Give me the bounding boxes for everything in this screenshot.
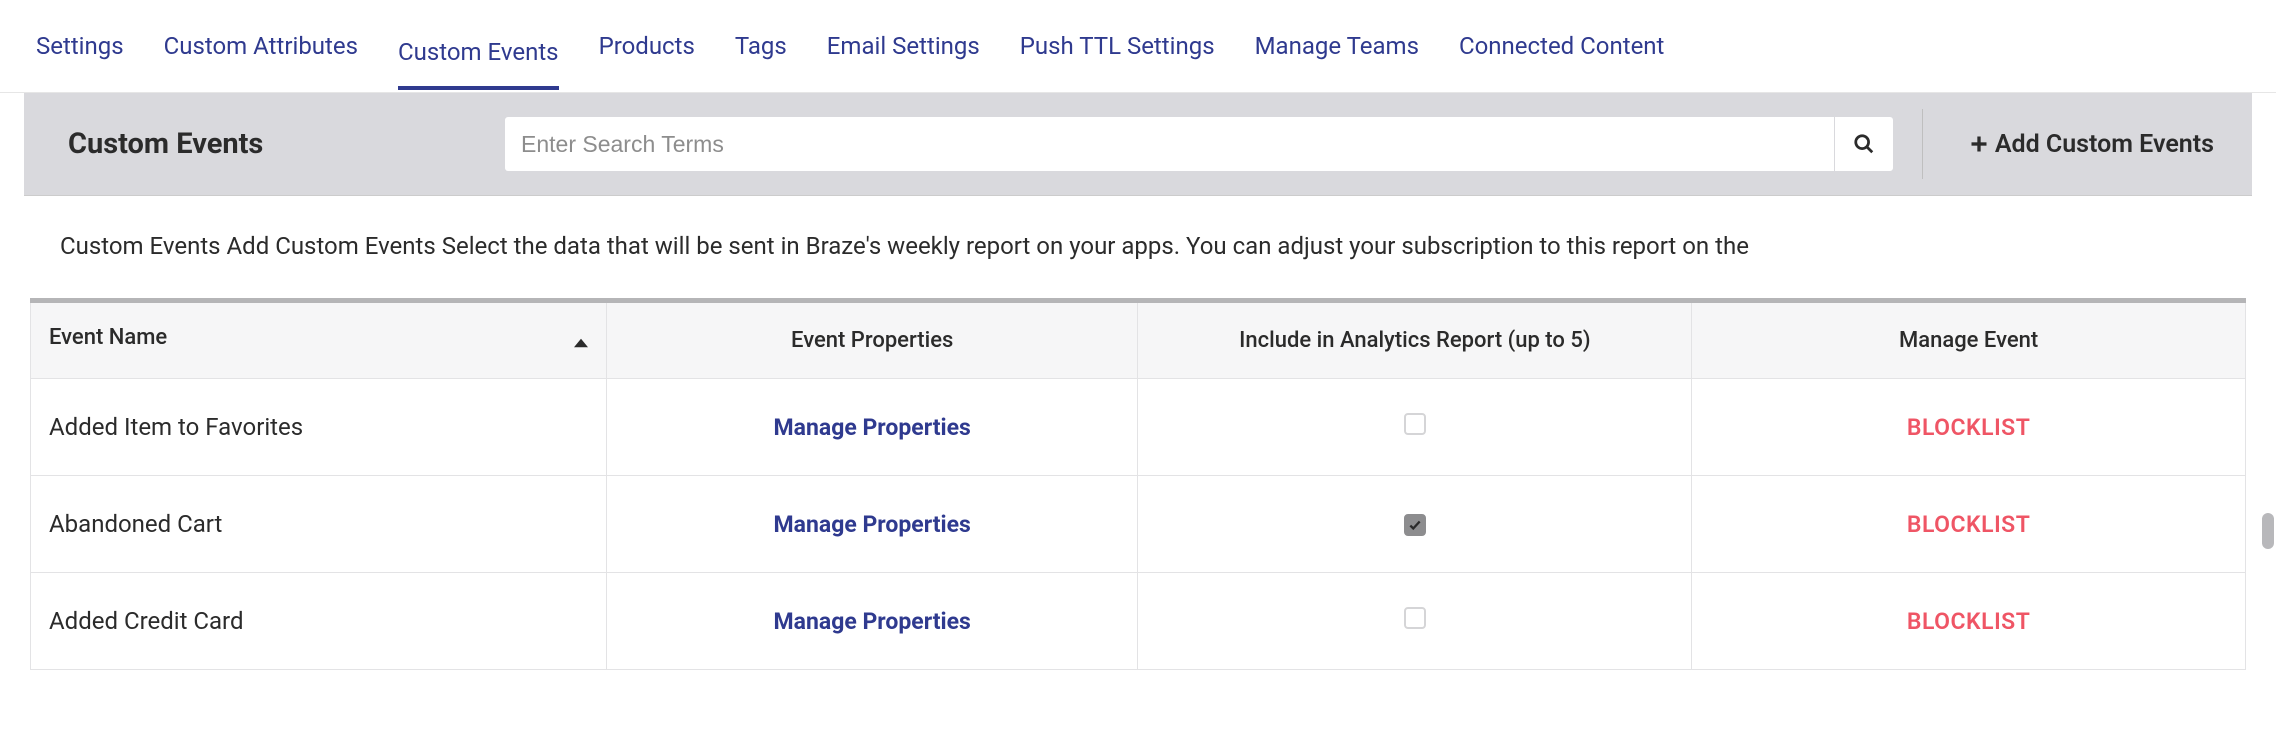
col-include-analytics[interactable]: Include in Analytics Report (up to 5) [1138,300,1692,378]
tab-settings[interactable]: Settings [36,20,124,72]
sort-asc-icon [574,331,588,356]
col-event-properties[interactable]: Event Properties [606,300,1138,378]
blocklist-link[interactable]: BLOCKLIST [1907,414,2031,441]
tab-tags[interactable]: Tags [735,20,787,72]
description-text: Custom Events Add Custom Events Select t… [24,196,2252,298]
tab-manage-teams[interactable]: Manage Teams [1255,20,1419,72]
search-wrap [504,116,1894,172]
table-row: Added Item to Favorites Manage Properties… [31,378,2246,475]
top-nav: Settings Custom Attributes Custom Events Pr… [0,0,2276,93]
page-title: Custom Events [44,127,484,161]
manage-properties-link[interactable]: Manage Properties [774,511,971,538]
tab-custom-attributes[interactable]: Custom Attributes [164,20,358,72]
blocklist-link[interactable]: BLOCKLIST [1907,511,2031,538]
content-panel: Custom Events Add Custom Events Custom E… [0,93,2276,670]
include-analytics-checkbox[interactable] [1404,413,1426,435]
event-name-cell: Abandoned Cart [31,475,607,572]
include-analytics-checkbox[interactable] [1404,607,1426,629]
tab-custom-events[interactable]: Custom Events [398,26,559,90]
header-bar: Custom Events Add Custom Events [24,93,2252,196]
event-name-cell: Added Credit Card [31,572,607,669]
plus-icon [1969,134,1989,154]
tab-push-ttl-settings[interactable]: Push TTL Settings [1020,20,1215,72]
manage-properties-link[interactable]: Manage Properties [774,414,971,441]
tab-connected-content[interactable]: Connected Content [1459,20,1664,72]
search-input[interactable] [504,116,1834,172]
col-event-name[interactable]: Event Name [31,300,607,378]
divider [1922,109,1923,179]
table-row: Abandoned Cart Manage Properties BLOCKLIST [31,475,2246,572]
blocklist-link[interactable]: BLOCKLIST [1907,608,2031,635]
tab-email-settings[interactable]: Email Settings [827,20,980,72]
manage-properties-link[interactable]: Manage Properties [774,608,971,635]
search-button[interactable] [1834,116,1894,172]
tab-products[interactable]: Products [599,20,695,72]
events-table: Event Name Event Properties Include in A… [30,298,2246,670]
check-icon [1408,518,1422,532]
table-row: Added Credit Card Manage Properties BLOCKL… [31,572,2246,669]
add-button-label: Add Custom Events [1995,130,2214,159]
event-name-cell: Added Item to Favorites [31,378,607,475]
include-analytics-checkbox[interactable] [1404,514,1426,536]
col-manage-event[interactable]: Manage Event [1692,300,2246,378]
search-icon [1853,133,1875,155]
add-custom-events-button[interactable]: Add Custom Events [1951,130,2232,159]
scrollbar-thumb[interactable] [2262,513,2274,549]
